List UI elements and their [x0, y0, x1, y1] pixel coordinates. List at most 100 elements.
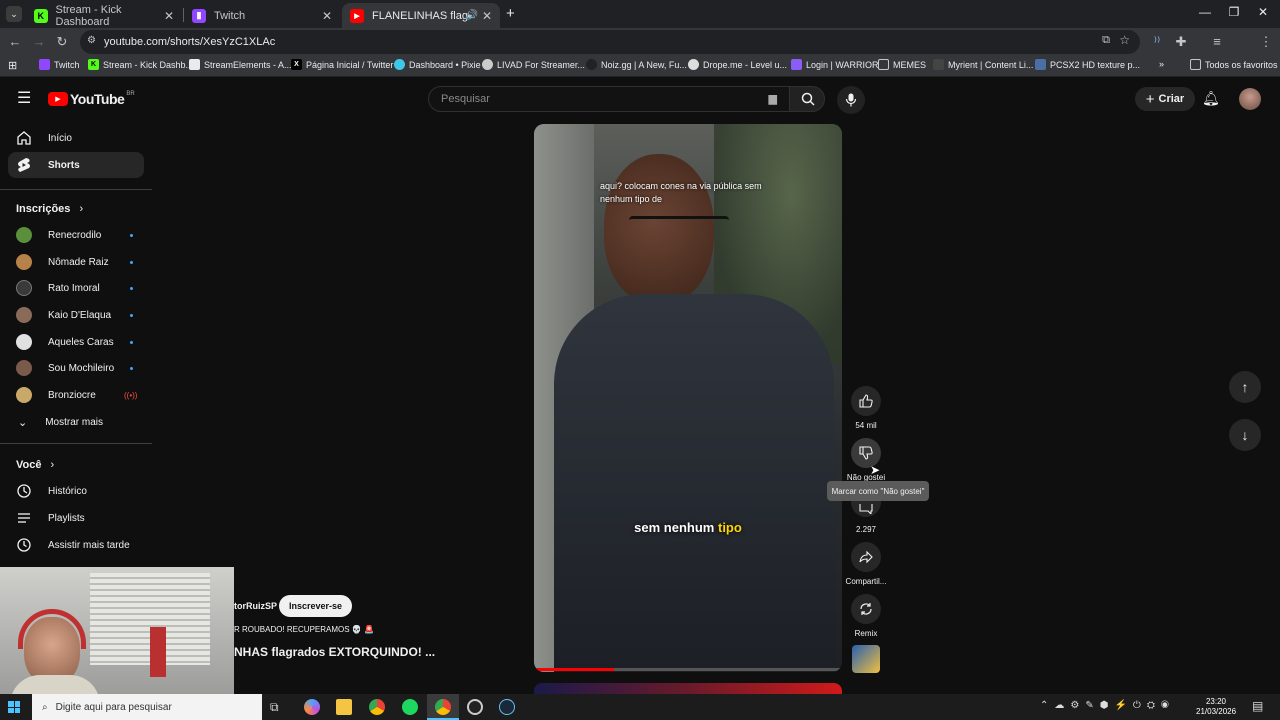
subscriptions-heading[interactable]: Inscrições ›	[16, 203, 83, 215]
arrow-up-icon: ↑	[1241, 379, 1249, 395]
back-icon[interactable]: ←	[7, 34, 23, 50]
channel-item-bronziocre[interactable]: Bronziocre ((•))	[8, 382, 144, 408]
close-tab-icon[interactable]: ✕	[164, 9, 174, 23]
bookmark-item[interactable]: Dashboard • Pixie	[394, 59, 481, 70]
reload-icon[interactable]: ↻	[54, 34, 70, 50]
youtube-logo[interactable]: ▶ YouTube BR	[48, 91, 135, 107]
sidebar-item-home[interactable]: Início	[8, 125, 144, 151]
sidebar-item-history[interactable]: Histórico	[8, 478, 144, 504]
keyboard-icon[interactable]: ▆	[769, 92, 777, 105]
bookmark-folder[interactable]: MEMES	[878, 59, 926, 70]
taskbar-search-input[interactable]: ⌕ Digite aqui para pesquisar	[32, 694, 262, 720]
tab-search-icon[interactable]: ⌄	[6, 6, 22, 22]
short-title[interactable]: NHAS flagrados EXTORQUINDO! ...	[234, 645, 435, 659]
subscribe-button[interactable]: Inscrever-se	[279, 595, 352, 617]
notifications-bell-icon[interactable]: 🔔︎	[1202, 90, 1220, 107]
browser-tab-youtube[interactable]: ▶ FLANELINHAS flagrados EX 🔊 ✕	[342, 3, 500, 28]
sidebar-item-shorts[interactable]: Shorts	[8, 152, 144, 178]
media-control-icon[interactable]: ≡	[1209, 34, 1225, 50]
obs-icon[interactable]	[467, 699, 483, 715]
channel-item-kaio-delaqua[interactable]: Kaio D'Elaqua	[8, 302, 144, 328]
browser-tab-twitch[interactable]: ▮ Twitch ✕	[184, 3, 340, 28]
install-app-icon[interactable]: ⧉	[1102, 34, 1110, 47]
menu-dots-icon[interactable]: ⋮	[1258, 34, 1274, 50]
all-bookmarks-folder[interactable]: Todos os favoritos	[1190, 59, 1278, 70]
chevron-down-icon: ⌄	[18, 416, 28, 429]
bookmark-item[interactable]: Noiz.gg | A New, Fu...	[586, 59, 687, 70]
you-heading[interactable]: Você ›	[16, 459, 54, 471]
clock[interactable]: 23:20 21/03/2026	[1196, 697, 1236, 717]
sidebar-item-playlists[interactable]: Playlists	[8, 505, 144, 531]
search-input[interactable]: Pesquisar ▆	[428, 86, 790, 112]
bookmarks-overflow-icon[interactable]: »	[1159, 59, 1164, 69]
live-indicator-icon: ((•))	[124, 390, 138, 400]
bookmark-item[interactable]: LIVAD For Streamer...	[482, 59, 585, 70]
channel-item-sou-mochileiro[interactable]: Sou Mochileiro	[8, 355, 144, 381]
minimize-button[interactable]: —	[1190, 5, 1220, 19]
drope-icon	[688, 59, 699, 70]
close-window-button[interactable]: ✕	[1248, 5, 1278, 19]
system-tray-icons[interactable]: ⌃☁⚙✎⬢⚡⏻⛭◉	[1040, 700, 1175, 711]
address-bar[interactable]: ⚙ youtube.com/shorts/XesYzC1XLAc ⧉ ☆	[80, 30, 1140, 54]
share-button[interactable]	[851, 542, 881, 572]
remix-label: Remix	[854, 629, 878, 638]
task-view-icon[interactable]: ⧉	[270, 700, 279, 715]
chrome-icon[interactable]	[369, 699, 385, 715]
twitch-icon	[39, 59, 50, 70]
sound-thumbnail[interactable]	[852, 645, 880, 673]
bookmark-item[interactable]: K Stream - Kick Dashb...	[88, 59, 193, 70]
restore-button[interactable]: ❐	[1219, 5, 1249, 19]
next-short-preview[interactable]	[534, 683, 842, 694]
shorts-video-player[interactable]: aqui? colocam cones na via pública sem n…	[534, 124, 842, 672]
channel-item-renecrodilo[interactable]: Renecrodilo	[8, 222, 144, 248]
show-more-button[interactable]: ⌄ Mostrar mais	[8, 409, 144, 435]
extension-icon[interactable]: ⁾⁾	[1149, 34, 1165, 50]
short-channel-name[interactable]: torRuizSP	[234, 601, 277, 611]
bookmark-star-icon[interactable]: ☆	[1119, 33, 1130, 47]
close-tab-icon[interactable]: ✕	[322, 9, 332, 23]
channel-avatar	[16, 387, 32, 403]
bookmark-item[interactable]: PCSX2 HD texture p...	[1035, 59, 1140, 70]
site-info-icon[interactable]: ⚙	[87, 35, 96, 46]
file-explorer-icon[interactable]	[336, 699, 352, 715]
spotify-icon[interactable]	[402, 699, 418, 715]
extensions-puzzle-icon[interactable]: ✚	[1173, 34, 1189, 50]
channel-item-aqueles-caras[interactable]: Aqueles Caras	[8, 329, 144, 355]
browser-tab-kick[interactable]: K Stream - Kick Dashboard ✕	[26, 3, 182, 28]
notification-center-icon[interactable]: ▤	[1252, 699, 1263, 713]
menu-hamburger-icon[interactable]: ☰	[17, 91, 31, 107]
previous-short-button[interactable]: ↑	[1229, 371, 1261, 403]
sidebar-item-watch-later[interactable]: Assistir mais tarde	[8, 532, 144, 558]
copilot-icon[interactable]	[304, 699, 320, 715]
comments-button[interactable]	[851, 501, 881, 517]
bookmark-item[interactable]: Twitch	[39, 59, 80, 70]
close-tab-icon[interactable]: ✕	[482, 9, 492, 23]
search-button[interactable]	[789, 86, 825, 112]
apps-grid-icon[interactable]: ⊞	[8, 59, 17, 72]
remix-button[interactable]	[851, 594, 881, 624]
steam-icon[interactable]	[499, 699, 515, 715]
red-chair	[150, 627, 166, 677]
forward-icon[interactable]: →	[31, 34, 47, 50]
bookmark-item[interactable]: Myrient | Content Li...	[933, 59, 1033, 70]
channel-item-rato-imoral[interactable]: Rato Imoral	[8, 275, 144, 301]
channel-avatar	[16, 227, 32, 243]
create-button[interactable]: + Criar	[1135, 87, 1195, 111]
like-button[interactable]	[851, 386, 881, 416]
headphones	[18, 609, 86, 649]
kick-icon: K	[34, 8, 48, 23]
audio-playing-icon[interactable]: 🔊	[466, 10, 478, 21]
new-tab-button[interactable]: +	[506, 5, 515, 22]
bookmark-item[interactable]: StreamElements - A...	[189, 59, 292, 70]
windows-start-icon[interactable]	[8, 701, 20, 713]
chevron-right-icon: ›	[50, 459, 55, 471]
channel-item-nomade-raiz[interactable]: Nômade Raiz	[8, 249, 144, 275]
bookmark-item[interactable]: Login | WARRIOR	[791, 59, 879, 70]
account-avatar[interactable]	[1239, 88, 1261, 110]
bookmark-item[interactable]: Drope.me - Level u...	[688, 59, 787, 70]
new-content-dot	[130, 286, 133, 290]
voice-search-button[interactable]	[837, 86, 865, 114]
bookmark-item[interactable]: X Página Inicial / Twitter	[291, 59, 393, 70]
next-short-button[interactable]: ↓	[1229, 419, 1261, 451]
kick-icon: K	[88, 59, 99, 70]
